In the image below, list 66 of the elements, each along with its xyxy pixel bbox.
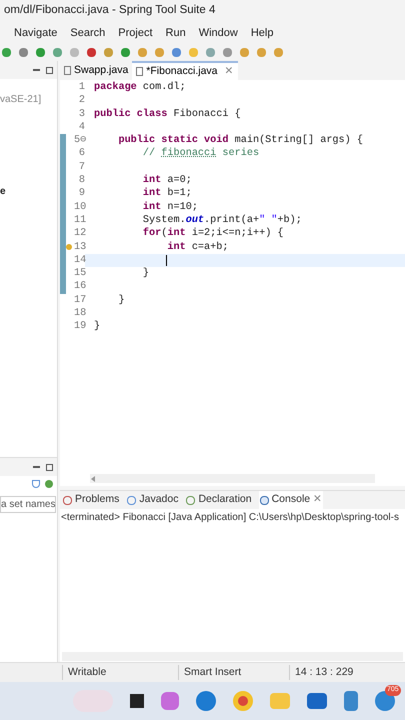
line-number: 3 bbox=[78, 108, 85, 122]
tree-item[interactable]: e bbox=[0, 184, 6, 199]
panel-tab[interactable]: Javadoc bbox=[126, 491, 180, 509]
line-number: 18 bbox=[74, 307, 85, 321]
code-line: for(int i=2;i<=n;i++) { bbox=[142, 226, 284, 242]
code-line: } bbox=[94, 320, 100, 334]
code-line: package com.dl; bbox=[94, 80, 186, 95]
console-text: <terminated> Fibonacci [Java Application] C:\Users\hp\Desktop\spring-tool-s bbox=[60, 511, 400, 525]
maximize-icon[interactable] bbox=[46, 464, 53, 470]
line-number: 7 bbox=[78, 160, 85, 175]
line-number: 8 bbox=[78, 174, 85, 188]
editor-tab[interactable]: *Fibonacci.java ✕ bbox=[132, 61, 238, 80]
panel-tab[interactable]: Declaration bbox=[185, 491, 253, 509]
line-number: 5⊖ bbox=[74, 134, 85, 148]
add-icon[interactable] bbox=[45, 480, 53, 488]
window-title: om/dl/Fibonacci.java - Spring Tool Suite 4 bbox=[4, 3, 216, 18]
code-line: int a=0; bbox=[142, 174, 192, 188]
line-number: 12 bbox=[74, 227, 85, 242]
horizontal-scrollbar[interactable] bbox=[62, 652, 403, 661]
editor-tab[interactable]: Swapp.java bbox=[60, 61, 132, 80]
problems-icon bbox=[63, 496, 72, 504]
close-icon[interactable]: ✕ bbox=[224, 64, 234, 80]
line-number: 10 bbox=[74, 200, 85, 215]
line-number: 1 bbox=[78, 81, 85, 95]
line-number: 17 bbox=[74, 294, 85, 308]
menu-item[interactable]: Run bbox=[166, 24, 186, 42]
code-line: int c=a+b; bbox=[166, 240, 228, 255]
menu-item[interactable]: Navigate bbox=[14, 24, 58, 42]
code-line: public class Fibonacci { bbox=[94, 108, 241, 122]
code-line: int b=1; bbox=[142, 186, 192, 202]
line-number: 2 bbox=[78, 94, 85, 108]
code-line: System.out.print(a+" "+b); bbox=[142, 214, 302, 228]
menu-item[interactable]: Search bbox=[70, 24, 106, 42]
line-number: 11 bbox=[74, 214, 85, 228]
line-number: 9 bbox=[78, 187, 85, 202]
panel-tab[interactable]: Problems bbox=[62, 491, 120, 509]
code-line: public static void main(String[] args) { bbox=[117, 134, 363, 148]
status-field: 14 : 13 : 229 bbox=[289, 664, 358, 680]
code-line: } bbox=[142, 266, 150, 282]
app-icon[interactable] bbox=[161, 692, 179, 710]
console-icon bbox=[260, 496, 269, 504]
line-number: 6 bbox=[78, 147, 85, 162]
menu-item[interactable]: Help bbox=[250, 24, 274, 42]
line-number: 13 bbox=[74, 240, 85, 255]
line-number: 16 bbox=[74, 280, 85, 294]
code-line: } bbox=[117, 294, 125, 308]
code-line: // fibonacci series bbox=[142, 146, 260, 162]
line-number: 19 bbox=[74, 320, 85, 334]
menu-item[interactable]: Project bbox=[118, 24, 153, 42]
menu-item[interactable]: Window bbox=[198, 24, 238, 42]
status-field: Smart Insert bbox=[178, 664, 289, 680]
line-number: 14 bbox=[74, 254, 85, 268]
code-line: int n=10; bbox=[142, 200, 198, 215]
text-cursor bbox=[166, 255, 167, 266]
close-icon[interactable]: ✕ bbox=[313, 492, 322, 508]
filter-field[interactable]: a set names bbox=[0, 496, 56, 513]
line-number: 4 bbox=[78, 120, 85, 135]
maximize-icon[interactable] bbox=[46, 66, 53, 74]
scroll-left-icon[interactable] bbox=[91, 476, 95, 482]
panel-tab[interactable]: Console ✕ bbox=[258, 491, 324, 509]
javadoc-icon bbox=[127, 496, 136, 504]
line-number: 15 bbox=[74, 267, 85, 281]
status-field: Writable bbox=[62, 664, 178, 680]
horizontal-scrollbar[interactable] bbox=[90, 474, 375, 483]
tree-item[interactable]: vaSE-21] bbox=[0, 92, 42, 107]
declaration-icon bbox=[186, 496, 196, 504]
